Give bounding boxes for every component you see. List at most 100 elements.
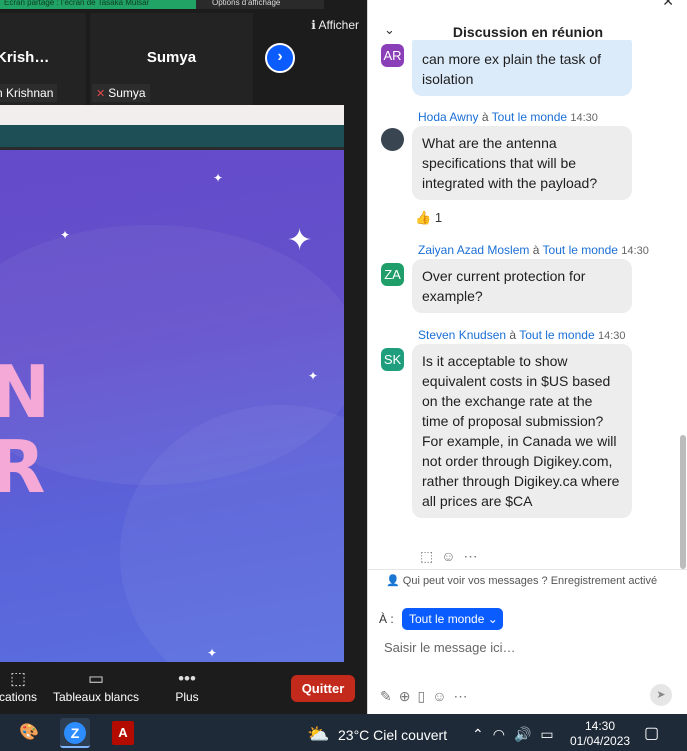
more-label: Plus — [175, 690, 199, 704]
slide-title-letter: N — [0, 350, 51, 434]
emoji-icon[interactable]: ☺ — [432, 688, 453, 704]
recipient-select[interactable]: Tout le monde ⌄ — [402, 608, 503, 630]
slide-header-band — [0, 105, 344, 125]
sparkle-icon: ✦ — [60, 228, 71, 242]
format-icon[interactable]: ✎ — [380, 688, 399, 704]
more-button[interactable]: ••• Plus — [167, 668, 207, 704]
system-tray: ⌃◠🔊▭ — [472, 726, 563, 743]
sparkle-icon: ✦ — [207, 646, 218, 660]
view-toggle-button[interactable]: ℹ Afficher — [311, 18, 359, 32]
info-icon: ℹ — [311, 18, 316, 32]
participant-label-text: n Krishnan — [0, 86, 54, 100]
slide-header-band — [0, 125, 344, 147]
apps-label: cations — [0, 690, 38, 704]
slide-header-divider — [0, 147, 344, 150]
zoom-icon: Z — [64, 722, 86, 744]
message-bubble: Is it acceptable to show equivalent cost… — [412, 344, 632, 518]
chevron-up-icon[interactable]: ⌃ — [472, 726, 493, 742]
next-participants-button[interactable]: › — [265, 43, 295, 73]
reply-icon[interactable]: ⬚ — [420, 548, 441, 564]
message-bubble: What are the antenna specifications that… — [412, 126, 632, 200]
pdf-icon: A — [112, 721, 134, 745]
sparkle-icon: ✦ — [213, 171, 224, 185]
avatar: ZA — [381, 263, 404, 286]
battery-icon[interactable]: ▭ — [540, 726, 562, 742]
reaction-badge[interactable]: 👍 1 — [415, 210, 442, 226]
privacy-text: Qui peut voir vos messages ? Enregistrem… — [402, 575, 658, 587]
zoom-app-button[interactable]: Z — [60, 718, 90, 748]
participant-tile[interactable]: Sumya ✕ Sumya — [90, 13, 253, 105]
message-bubble: can more ex plain the task of isolation — [412, 40, 632, 96]
sender-name[interactable]: Hoda Awny — [418, 110, 479, 124]
more-icon[interactable]: ⋯ — [464, 548, 486, 564]
participant-name: Krish… — [0, 49, 50, 66]
participant-name: Sumya — [146, 49, 197, 66]
people-icon: 👤 — [386, 575, 400, 587]
participant-label: ✕ Sumya — [92, 84, 150, 102]
message-time: 14:30 — [621, 245, 649, 257]
chat-message-list[interactable]: AR can more ex plain the task of isolati… — [368, 40, 681, 568]
weather-cloud-icon[interactable]: ⛅ — [307, 724, 329, 745]
chat-title: Discussion en réunion — [452, 24, 604, 40]
participant-label: n Krishnan — [0, 84, 58, 102]
message-time: 14:30 — [570, 112, 598, 124]
chevron-right-icon: › — [277, 48, 283, 65]
apps-button[interactable]: ⬚ cations — [0, 668, 40, 704]
recipient-select-value: Tout le monde — [409, 612, 485, 626]
send-icon: ➤ — [656, 689, 666, 701]
sender-name[interactable]: Zaiyan Azad Moslem — [418, 243, 529, 257]
message-time: 14:30 — [597, 330, 626, 342]
share-banner: Écran partagé : l’écran de Tasaka Mulsar… — [0, 0, 367, 9]
send-button[interactable]: ➤ — [650, 684, 672, 706]
shared-screen: ✦ ✦ ✦ ✦ ✦ N R — [0, 105, 344, 662]
chat-panel: ⌄ Discussion en réunion ✕ AR can more ex… — [367, 0, 687, 714]
avatar — [381, 128, 404, 151]
pdf-app-button[interactable]: A — [108, 718, 138, 748]
clock-time: 14:30 — [584, 719, 616, 733]
paint-app-button[interactable]: 🎨 — [14, 718, 44, 748]
notification-icon[interactable]: ▢ — [644, 723, 659, 743]
screenshot-icon[interactable]: ⊕ — [399, 688, 418, 704]
windows-taskbar: 🎨 Z A ⛅ 23°C Ciel couvert ⌃◠🔊▭ 14:30 01/… — [0, 714, 687, 751]
whiteboards-button[interactable]: ▭ Tableaux blancs — [52, 668, 140, 704]
more-icon[interactable]: ⋯ — [453, 688, 474, 704]
weather-widget[interactable]: 23°C Ciel couvert — [338, 727, 447, 743]
chat-scrollbar[interactable] — [680, 435, 686, 569]
message-input[interactable] — [384, 637, 674, 657]
view-options-button[interactable]: Options d’affichage — [196, 0, 324, 9]
view-toggle-label: Afficher — [318, 18, 359, 32]
close-icon[interactable]: ✕ — [662, 0, 674, 10]
message-meta: Steven Knudsen à Tout le monde 14:30 — [418, 328, 626, 342]
paint-palette-icon: 🎨 — [19, 724, 39, 741]
to-word: à — [532, 243, 540, 257]
apps-icon: ⬚ — [9, 669, 27, 688]
more-icon: ••• — [178, 669, 196, 688]
wifi-icon[interactable]: ◠ — [493, 726, 514, 742]
whiteboard-icon: ▭ — [87, 669, 105, 688]
recipient-name: Tout le monde — [491, 110, 568, 124]
whiteboards-label: Tableaux blancs — [52, 690, 140, 704]
sparkle-icon: ✦ — [308, 369, 319, 383]
clock-date: 01/04/2023 — [570, 734, 631, 748]
recipient-name: Tout le monde — [542, 243, 618, 257]
meeting-area: Écran partagé : l’écran de Tasaka Mulsar… — [0, 0, 367, 714]
file-icon[interactable]: ▯ — [417, 688, 432, 704]
recipient-label: À : — [379, 612, 394, 626]
participant-tile[interactable]: Krish… n Krishnan — [0, 13, 86, 105]
avatar: SK — [381, 348, 404, 371]
share-status-banner: Écran partagé : l’écran de Tasaka Mulsar — [0, 0, 196, 9]
message-meta: Hoda Awny à Tout le monde 14:30 — [418, 110, 598, 124]
taskbar-clock[interactable]: 14:30 01/04/2023 — [570, 719, 630, 749]
sparkle-icon: ✦ — [287, 224, 313, 257]
add-reaction-icon[interactable]: ☺ — [441, 548, 463, 564]
sender-name[interactable]: Steven Knudsen — [418, 328, 506, 342]
to-word: à — [509, 328, 517, 342]
leave-meeting-button[interactable]: Quitter — [291, 675, 355, 702]
privacy-notice[interactable]: 👤 Qui peut voir vos messages ? Enregistr… — [368, 569, 687, 591]
message-actions: ⬚☺⋯ — [420, 548, 486, 565]
chevron-down-icon: ⌄ — [487, 612, 498, 626]
input-toolbar: ✎⊕▯☺⋯ — [380, 688, 474, 705]
to-word: à — [481, 110, 489, 124]
participant-label-text: Sumya — [108, 86, 146, 100]
volume-icon[interactable]: 🔊 — [514, 726, 540, 742]
